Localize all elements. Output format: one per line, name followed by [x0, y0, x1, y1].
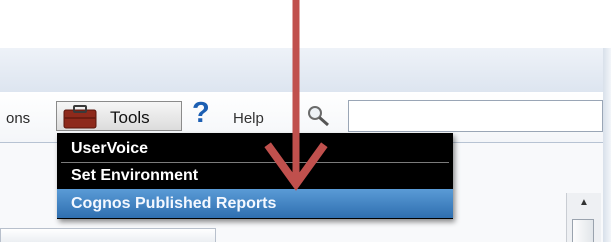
- content-tab[interactable]: [0, 228, 216, 242]
- truncated-toolbar-item[interactable]: ons: [6, 110, 30, 127]
- help-link[interactable]: Help: [233, 110, 264, 127]
- tools-button-label: Tools: [110, 108, 150, 127]
- scroll-up-icon[interactable]: ▲: [567, 197, 601, 213]
- menu-item-set-environment[interactable]: Set Environment: [57, 162, 453, 189]
- tools-dropdown-menu: UserVoice Set Environment Cognos Publish…: [57, 133, 453, 219]
- window-edge: [603, 48, 611, 242]
- search-input[interactable]: [348, 100, 603, 132]
- magnifier-icon[interactable]: [306, 104, 332, 128]
- menu-item-uservoice[interactable]: UserVoice: [57, 135, 453, 162]
- header-band: [0, 48, 611, 93]
- menu-item-cognos-published-reports[interactable]: Cognos Published Reports: [57, 189, 453, 218]
- toolbox-icon: [63, 105, 97, 129]
- vertical-scrollbar[interactable]: ▲: [566, 193, 601, 242]
- help-question-icon[interactable]: ?: [192, 99, 210, 128]
- scroll-thumb[interactable]: [572, 219, 594, 242]
